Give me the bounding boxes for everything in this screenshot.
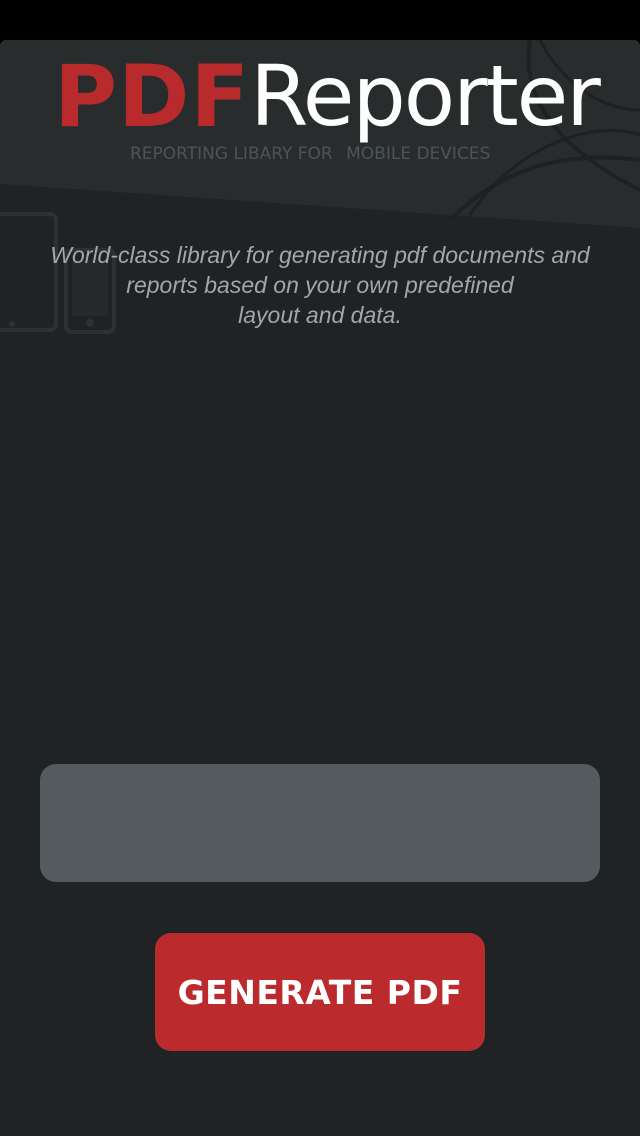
app-description: World-class library for generating pdf d… <box>50 242 590 328</box>
logo-reporter-text: Reporter <box>250 47 601 145</box>
logo-pdf-text: PDF <box>54 47 251 147</box>
app-screen: PDFReporter REPORTING LIBARY FOR MOBILE … <box>0 0 640 1136</box>
app-panel: PDFReporter REPORTING LIBARY FOR MOBILE … <box>0 40 640 1136</box>
generate-pdf-button[interactable]: GENERATE PDF <box>155 933 485 1051</box>
report-input-field[interactable] <box>40 764 600 882</box>
status-bar <box>0 0 640 40</box>
tagline-left: REPORTING LIBARY FOR <box>130 144 333 164</box>
tagline-right: MOBILE DEVICES <box>346 144 491 164</box>
logo-tagline: REPORTING LIBARY FOR MOBILE DEVICES <box>130 144 530 164</box>
